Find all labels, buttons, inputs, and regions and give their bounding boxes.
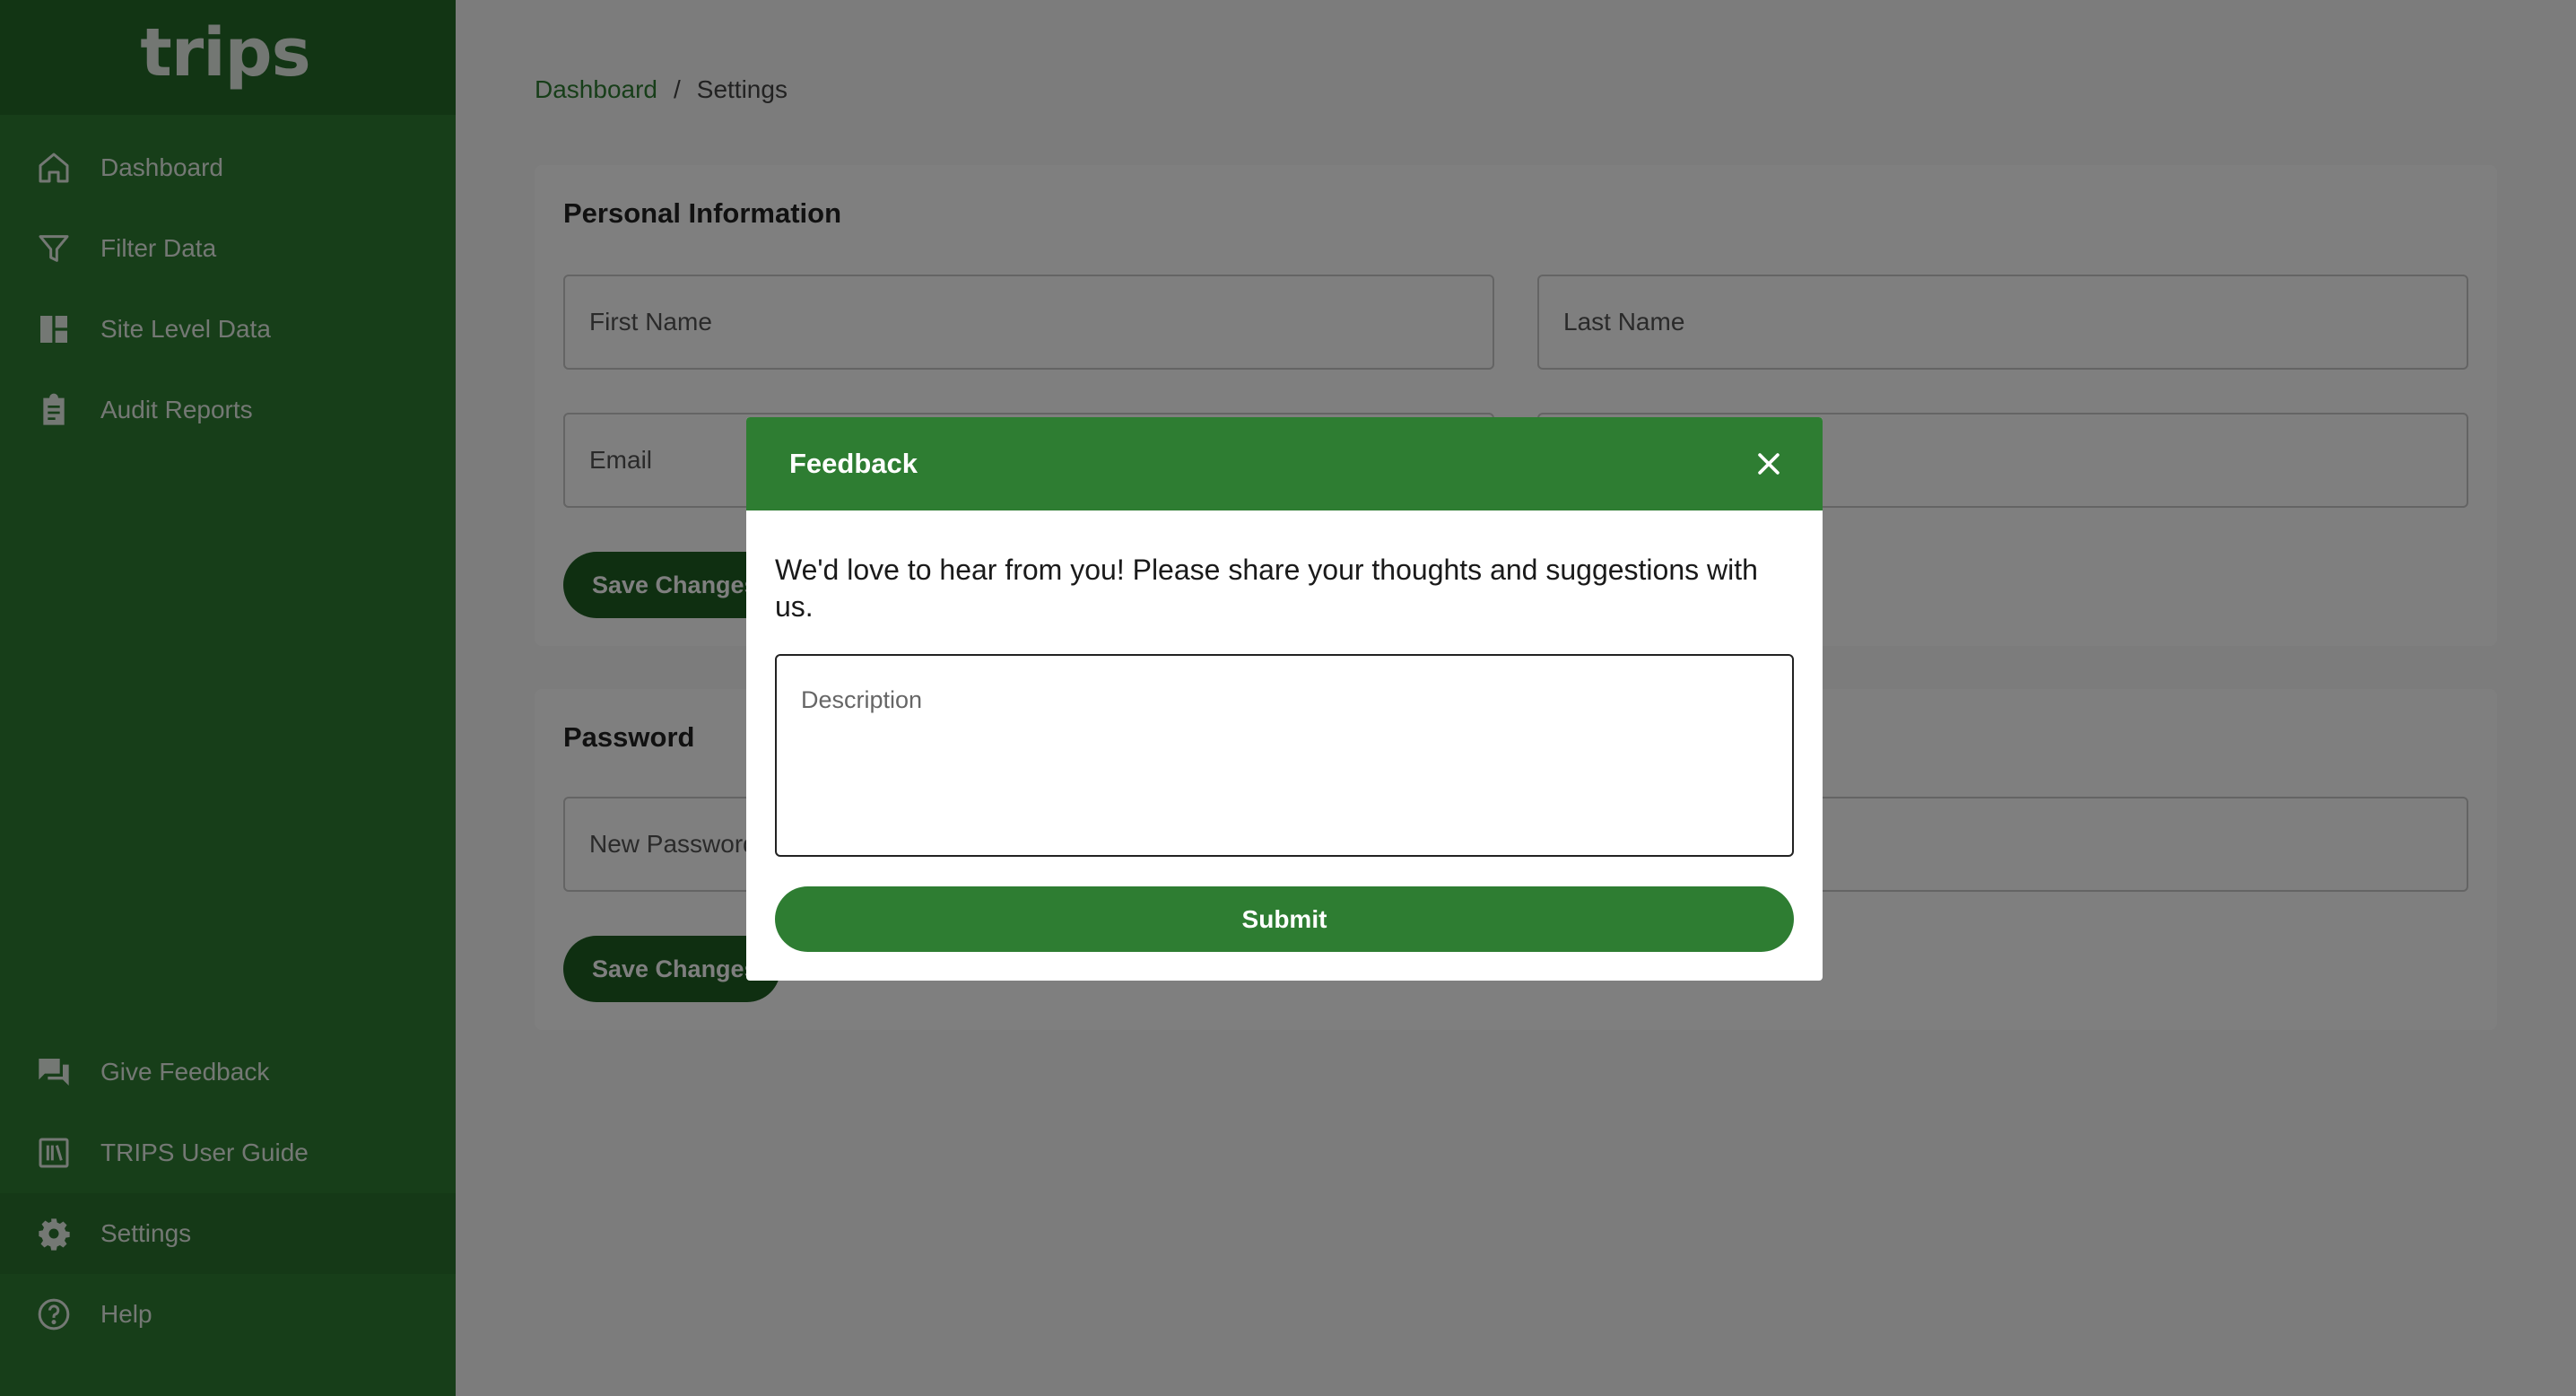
modal-title: Feedback [789,448,918,479]
submit-button[interactable]: Submit [775,886,1794,952]
close-icon[interactable] [1751,446,1787,482]
modal-header: Feedback [746,417,1823,510]
description-textarea[interactable]: Description [775,654,1794,857]
feedback-modal: Feedback We'd love to hear from you! Ple… [746,417,1823,981]
modal-message: We'd love to hear from you! Please share… [775,554,1758,623]
